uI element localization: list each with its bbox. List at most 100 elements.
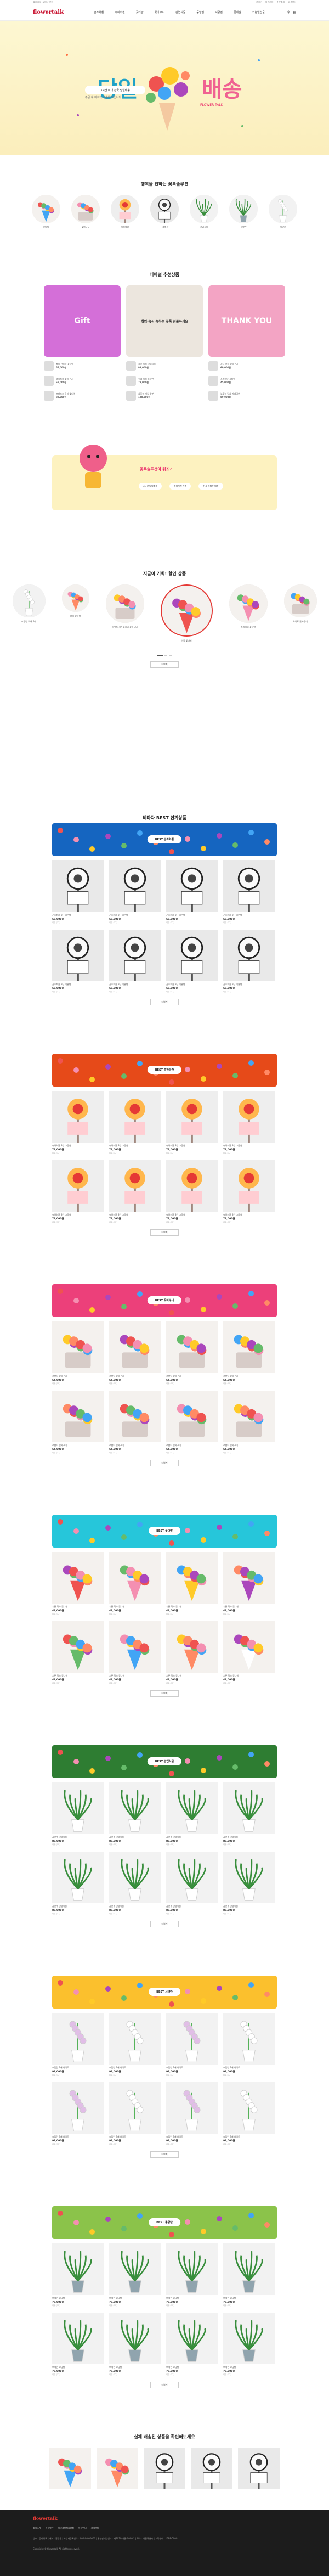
recommend-item[interactable]: 승진 축하 관엽식물 99,000원	[126, 361, 203, 372]
recommend-card[interactable]: THANK YOU 감사 선물 꽃바구니 69,000원 스승의날 꽃다발 45,000…	[208, 285, 285, 401]
best-category-banner[interactable]: BEST 근조화환	[52, 823, 277, 856]
best-more-button[interactable]: 더보기	[150, 999, 179, 1005]
product-image[interactable]	[166, 1160, 218, 1212]
product-card[interactable]: 축하화환 3단 고급형 79,000원 리뷰 (12)	[166, 1091, 218, 1155]
product-card[interactable]: 축하화환 3단 고급형 79,000원 리뷰 (12)	[109, 1091, 161, 1155]
recommend-item[interactable]: 스승의날 꽃다발 45,000원	[208, 375, 285, 386]
product-image[interactable]	[52, 1782, 104, 1834]
product-image[interactable]	[109, 1552, 161, 1604]
footer-link[interactable]: 이용약관	[46, 2527, 54, 2530]
product-image[interactable]	[166, 2082, 218, 2134]
best-category-banner[interactable]: BEST 꽃다발	[52, 1515, 277, 1548]
product-card[interactable]: 로맨틱 꽃바구니 65,000원 리뷰 (12)	[109, 1321, 161, 1385]
nav-item[interactable]: 꽃바구니	[152, 9, 167, 15]
best-category-banner[interactable]: BEST 관엽식물	[52, 1745, 277, 1778]
deal-item[interactable]: 호접란 백색 5대	[12, 584, 46, 623]
product-card[interactable]: 로맨틱 꽃바구니 65,000원 리뷰 (12)	[109, 1391, 161, 1454]
category-item[interactable]: 서양란	[269, 195, 297, 229]
product-card[interactable]: 호접란 3대 화이트 99,000원 리뷰 (12)	[52, 2013, 104, 2077]
product-image[interactable]	[223, 1391, 275, 1442]
product-image[interactable]	[166, 860, 218, 912]
product-image[interactable]	[223, 1160, 275, 1212]
deal-item[interactable]: 화이트 꽃바구니	[283, 584, 317, 623]
product-image[interactable]	[52, 1852, 104, 1903]
deal-item[interactable]: 수국 꽃다발	[160, 584, 213, 643]
deal-item[interactable]: 스위트 시즌플라워 꽃바구니	[105, 584, 144, 629]
nav-item[interactable]: 서양란	[213, 9, 225, 15]
order-lookup-link[interactable]: 주문조회	[277, 1, 285, 4]
product-card[interactable]: 로맨틱 꽃바구니 65,000원 리뷰 (12)	[166, 1321, 218, 1385]
product-image[interactable]	[166, 1321, 218, 1373]
product-card[interactable]: 근조화환 3단 기본형 69,000원 리뷰 (12)	[166, 930, 218, 993]
real-delivery-photo[interactable]	[191, 2448, 232, 2489]
signup-link[interactable]: 회원가입	[265, 1, 274, 4]
product-image[interactable]	[52, 1391, 104, 1442]
product-image[interactable]	[109, 1091, 161, 1143]
best-more-button[interactable]: 더보기	[150, 1921, 179, 1927]
product-image[interactable]	[52, 1091, 104, 1143]
product-card[interactable]: 금전수 관엽식물 89,000원 리뷰 (12)	[166, 1852, 218, 1915]
pager-dot[interactable]	[157, 655, 163, 656]
product-card[interactable]: 보세란 고급형 79,000원 리뷰 (12)	[223, 2243, 275, 2307]
product-card[interactable]: 시즌 믹스 꽃다발 49,000원 리뷰 (12)	[166, 1621, 218, 1685]
footer-link[interactable]: 회사소개	[33, 2527, 41, 2530]
product-image[interactable]	[223, 1621, 275, 1673]
pager-dot[interactable]	[164, 655, 167, 656]
product-image[interactable]	[109, 1852, 161, 1903]
best-more-button[interactable]: 더보기	[150, 2382, 179, 2388]
product-image[interactable]	[52, 2082, 104, 2134]
recommend-item[interactable]: 감사 선물 꽃바구니 69,000원	[208, 361, 285, 372]
product-card[interactable]: 금전수 관엽식물 89,000원 리뷰 (12)	[223, 1852, 275, 1915]
product-card[interactable]: 금전수 관엽식물 89,000원 리뷰 (12)	[52, 1852, 104, 1915]
product-image[interactable]	[52, 2243, 104, 2295]
category-item[interactable]: 근조화환	[150, 195, 179, 229]
product-card[interactable]: 시즌 믹스 꽃다발 49,000원 리뷰 (12)	[109, 1621, 161, 1685]
product-image[interactable]	[166, 2313, 218, 2364]
product-card[interactable]: 로맨틱 꽃바구니 65,000원 리뷰 (12)	[223, 1321, 275, 1385]
product-image[interactable]	[223, 2243, 275, 2295]
product-card[interactable]: 호접란 3대 화이트 99,000원 리뷰 (12)	[166, 2082, 218, 2146]
category-item[interactable]: 축하화환	[111, 195, 139, 229]
product-image[interactable]	[109, 2313, 161, 2364]
product-card[interactable]: 보세란 고급형 79,000원 리뷰 (12)	[166, 2243, 218, 2307]
product-card[interactable]: 근조화환 3단 기본형 69,000원 리뷰 (12)	[109, 860, 161, 924]
nav-item[interactable]: 꽃배달	[231, 9, 243, 15]
login-link[interactable]: 로그인	[256, 1, 262, 4]
product-card[interactable]: 로맨틱 꽃바구니 65,000원 리뷰 (12)	[166, 1391, 218, 1454]
product-card[interactable]: 근조화환 3단 기본형 69,000원 리뷰 (12)	[109, 930, 161, 993]
product-image[interactable]	[166, 1782, 218, 1834]
product-card[interactable]: 호접란 3대 화이트 99,000원 리뷰 (12)	[52, 2082, 104, 2146]
search-icon[interactable]: ⚲	[287, 10, 290, 14]
product-card[interactable]: 보세란 고급형 79,000원 리뷰 (12)	[52, 2313, 104, 2376]
product-image[interactable]	[166, 1552, 218, 1604]
product-image[interactable]	[109, 1160, 161, 1212]
recommend-item[interactable]: 취업 축하 동양란 79,000원	[126, 375, 203, 386]
product-image[interactable]	[166, 1852, 218, 1903]
product-card[interactable]: 시즌 믹스 꽃다발 49,000원 리뷰 (12)	[223, 1621, 275, 1685]
product-card[interactable]: 로맨틱 꽃바구니 65,000원 리뷰 (12)	[52, 1391, 104, 1454]
product-card[interactable]: 시즌 믹스 꽃다발 49,000원 리뷰 (12)	[223, 1552, 275, 1616]
best-more-button[interactable]: 더보기	[150, 1460, 179, 1466]
product-image[interactable]	[52, 1321, 104, 1373]
pager-dot[interactable]	[169, 655, 172, 656]
recommend-item[interactable]: 프러포즈 장미 꽃다발 89,000원	[44, 390, 121, 401]
best-category-banner[interactable]: BEST 동양란	[52, 2206, 277, 2239]
customer-center-link[interactable]: 고객센터	[288, 1, 296, 4]
recommend-banner[interactable]: Gift	[44, 285, 121, 357]
product-image[interactable]	[109, 2243, 161, 2295]
deal-more-button[interactable]: 더보기	[150, 661, 179, 668]
recommend-card[interactable]: Gift 축하 선물용 꽃다발 55,000원 생일축하 꽃바구니 65,000원 프러포…	[44, 285, 121, 401]
product-card[interactable]: 호접란 3대 화이트 99,000원 리뷰 (12)	[223, 2013, 275, 2077]
product-card[interactable]: 축하화환 3단 고급형 79,000원 리뷰 (12)	[52, 1091, 104, 1155]
product-card[interactable]: 금전수 관엽식물 89,000원 리뷰 (12)	[109, 1782, 161, 1846]
product-image[interactable]	[166, 1621, 218, 1673]
footer-logo[interactable]: flowertalk	[33, 2516, 296, 2521]
topbar-link[interactable]: 플라워톡	[33, 1, 41, 3]
product-image[interactable]	[52, 1621, 104, 1673]
product-card[interactable]: 보세란 고급형 79,000원 리뷰 (12)	[109, 2313, 161, 2376]
deal-item[interactable]: 장미 꽃다발	[61, 584, 89, 618]
best-category-banner[interactable]: BEST 축하화환	[52, 1054, 277, 1087]
product-card[interactable]: 축하화환 3단 고급형 79,000원 리뷰 (12)	[223, 1091, 275, 1155]
real-delivery-photo[interactable]	[49, 2448, 91, 2489]
best-more-button[interactable]: 더보기	[150, 2151, 179, 2158]
